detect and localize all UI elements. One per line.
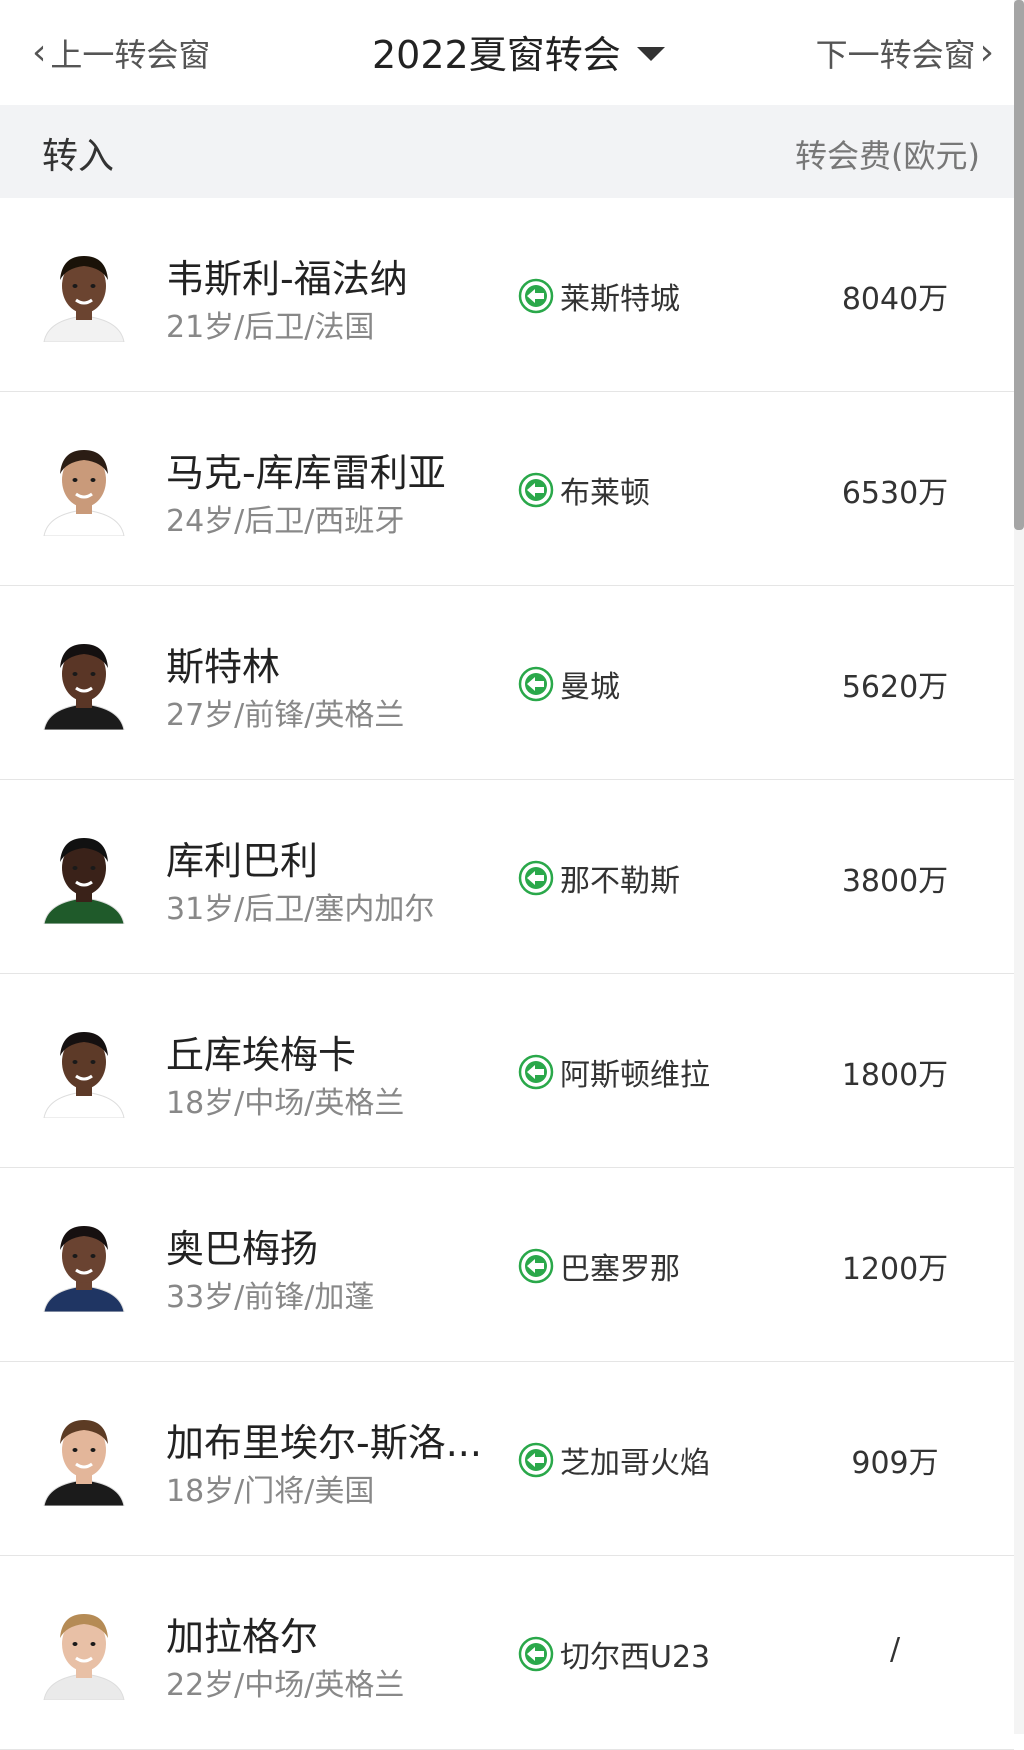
transfer-fee: 5620万 (841, 670, 949, 705)
from-club[interactable]: 那不勒斯 (518, 856, 680, 900)
from-club[interactable]: 阿斯顿维拉 (518, 1050, 710, 1094)
from-club-name: 芝加哥火焰 (560, 1446, 710, 1481)
player-info: 24岁/后卫/西班牙 (166, 504, 405, 539)
from-club[interactable]: 巴塞罗那 (518, 1244, 680, 1288)
from-club-name: 巴塞罗那 (560, 1252, 680, 1287)
player-avatar (38, 828, 130, 924)
player-info: 27岁/前锋/英格兰 (166, 698, 405, 733)
player-info: 33岁/前锋/加蓬 (166, 1280, 375, 1315)
from-club[interactable]: 切尔西U23 (518, 1632, 710, 1676)
scrollbar-thumb[interactable] (1014, 0, 1024, 530)
incoming-arrow-icon (518, 278, 554, 314)
from-club[interactable]: 芝加哥火焰 (518, 1438, 710, 1482)
player-avatar (38, 246, 130, 342)
transfer-window-dropdown[interactable]: 2022夏窗转会 (372, 24, 665, 79)
player-avatar (38, 440, 130, 536)
player-name[interactable]: 丘库埃梅卡 (166, 1024, 356, 1079)
player-row[interactable]: 库利巴利 31岁/后卫/塞内加尔 那不勒斯 3800万 (0, 780, 1014, 974)
from-club[interactable]: 曼城 (518, 662, 620, 706)
player-name[interactable]: 韦斯利-福法纳 (166, 248, 408, 303)
from-club[interactable]: 布莱顿 (518, 468, 650, 512)
player-name[interactable]: 奥巴梅扬 (166, 1218, 318, 1273)
from-club[interactable]: 莱斯特城 (518, 274, 680, 318)
player-row[interactable]: 斯特林 27岁/前锋/英格兰 曼城 5620万 (0, 586, 1014, 780)
transfer-fee: 3800万 (841, 864, 949, 899)
incoming-arrow-icon (518, 1248, 554, 1284)
player-row[interactable]: 韦斯利-福法纳 21岁/后卫/法国 莱斯特城 8040万 (0, 198, 1014, 392)
next-window-label: 下一转会窗 (815, 35, 976, 74)
player-avatar (38, 1022, 130, 1118)
player-info: 18岁/中场/英格兰 (166, 1086, 405, 1121)
player-row[interactable]: 丘库埃梅卡 18岁/中场/英格兰 阿斯顿维拉 1800万 (0, 974, 1014, 1168)
from-club-name: 布莱顿 (560, 476, 650, 511)
from-club-name: 阿斯顿维拉 (560, 1058, 710, 1093)
transfer-fee: 8040万 (841, 282, 949, 317)
player-avatar (38, 1216, 130, 1312)
fee-column-header: 转会费(欧元) (795, 137, 980, 175)
from-club-name: 莱斯特城 (560, 282, 680, 317)
incoming-arrow-icon (518, 1636, 554, 1672)
player-name[interactable]: 马克-库库雷利亚 (166, 442, 446, 497)
transfer-window-title: 2022夏窗转会 (372, 33, 621, 77)
player-name[interactable]: 斯特林 (166, 636, 280, 691)
section-title: 转入 (42, 136, 115, 177)
from-club-name: 那不勒斯 (560, 864, 680, 899)
from-club-name: 曼城 (560, 670, 620, 705)
incoming-arrow-icon (518, 472, 554, 508)
transfer-fee: / (889, 1632, 901, 1667)
caret-down-icon (636, 46, 665, 61)
next-window-button[interactable]: 下一转会窗 › (816, 30, 994, 76)
player-row[interactable]: 奥巴梅扬 33岁/前锋/加蓬 巴塞罗那 1200万 (0, 1168, 1014, 1362)
player-name[interactable]: 加布里埃尔-斯洛... (166, 1412, 482, 1467)
player-name[interactable]: 库利巴利 (166, 830, 318, 885)
chevron-right-icon: › (979, 31, 994, 73)
transfer-list: 韦斯利-福法纳 21岁/后卫/法国 莱斯特城 8040万 马克-库库雷利亚 24… (0, 198, 1014, 1750)
player-name[interactable]: 加拉格尔 (166, 1606, 318, 1661)
incoming-arrow-icon (518, 666, 554, 702)
transfer-fee: 1800万 (841, 1058, 949, 1093)
transfer-fee: 6530万 (841, 476, 949, 511)
player-avatar (38, 1604, 130, 1700)
transfer-fee: 909万 (851, 1446, 939, 1481)
from-club-name: 切尔西U23 (560, 1640, 711, 1675)
player-avatar (38, 1410, 130, 1506)
player-info: 18岁/门将/美国 (166, 1474, 375, 1509)
incoming-arrow-icon (518, 1442, 554, 1478)
player-info: 31岁/后卫/塞内加尔 (166, 892, 435, 927)
chevron-left-icon: ‹ (32, 31, 47, 73)
incoming-arrow-icon (518, 1054, 554, 1090)
player-info: 22岁/中场/英格兰 (166, 1668, 405, 1703)
transfer-fee: 1200万 (841, 1252, 949, 1287)
player-row[interactable]: 加布里埃尔-斯洛... 18岁/门将/美国 芝加哥火焰 909万 (0, 1362, 1014, 1556)
player-avatar (38, 634, 130, 730)
previous-window-button[interactable]: ‹ 上一转会窗 (32, 30, 210, 76)
previous-window-label: 上一转会窗 (50, 35, 211, 74)
incoming-arrow-icon (518, 860, 554, 896)
scrollbar-track[interactable] (1014, 0, 1024, 1734)
player-row[interactable]: 加拉格尔 22岁/中场/英格兰 切尔西U23 / (0, 1556, 1014, 1750)
player-info: 21岁/后卫/法国 (166, 310, 375, 345)
section-header: 转入 转会费(欧元) (0, 105, 1014, 198)
player-row[interactable]: 马克-库库雷利亚 24岁/后卫/西班牙 布莱顿 6530万 (0, 392, 1014, 586)
